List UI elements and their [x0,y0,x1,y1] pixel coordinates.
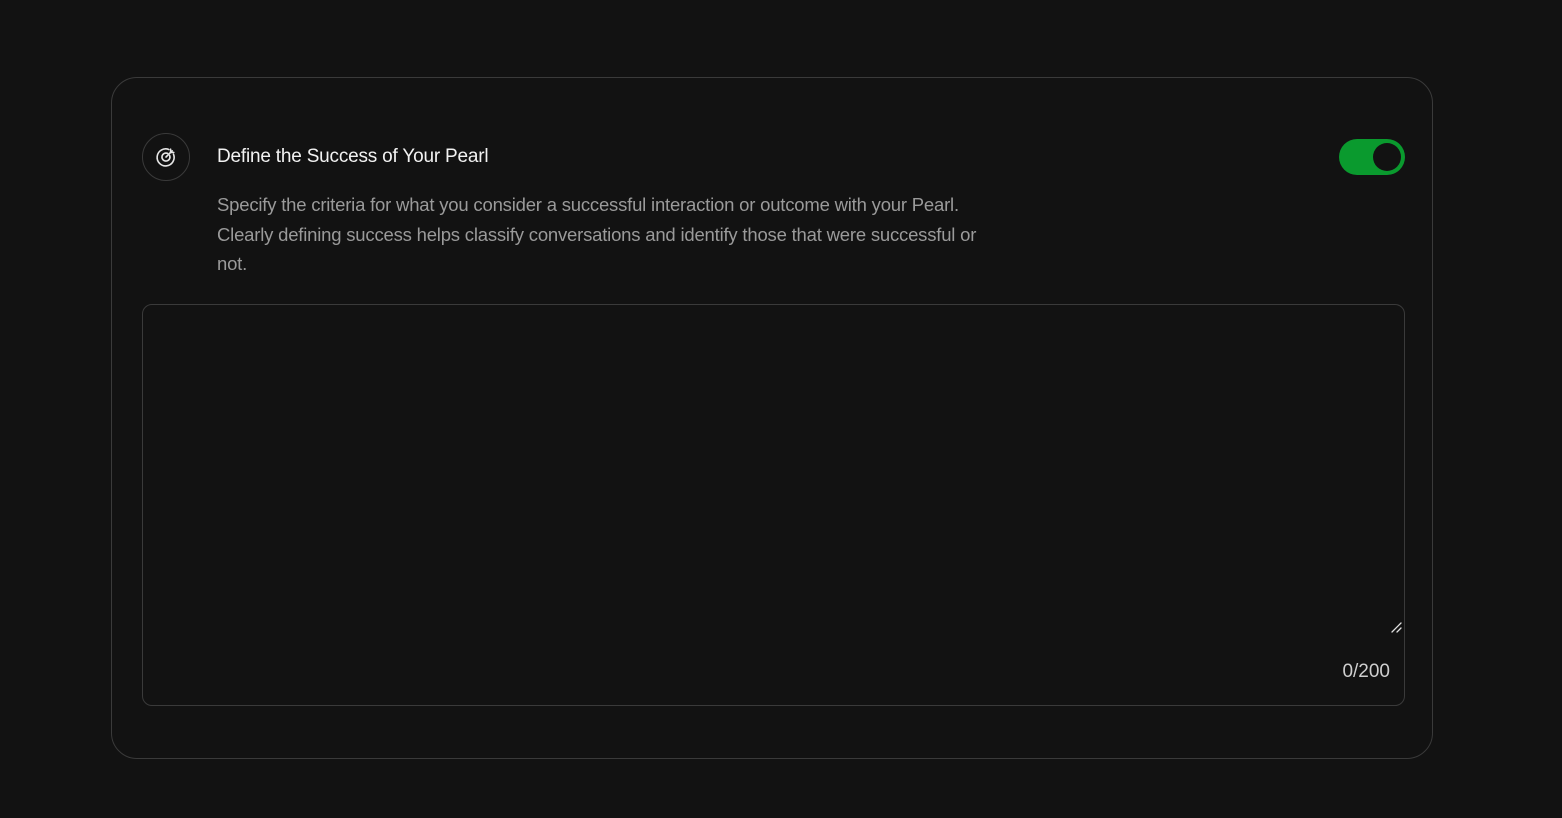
character-counter: 0/200 [1342,661,1390,682]
target-icon [156,148,175,167]
success-criteria-field: 0/200 [142,304,1405,706]
section-description: Specify the criteria for what you consid… [217,194,977,274]
success-criteria-textarea[interactable] [143,305,1404,635]
section-title: Define the Success of Your Pearl [217,146,489,167]
target-icon-badge [142,133,190,181]
toggle-knob [1373,143,1401,171]
success-toggle[interactable] [1339,139,1405,175]
resize-grip-icon[interactable] [1390,621,1402,633]
success-criteria-card: Define the Success of Your Pearl Specify… [111,77,1433,759]
